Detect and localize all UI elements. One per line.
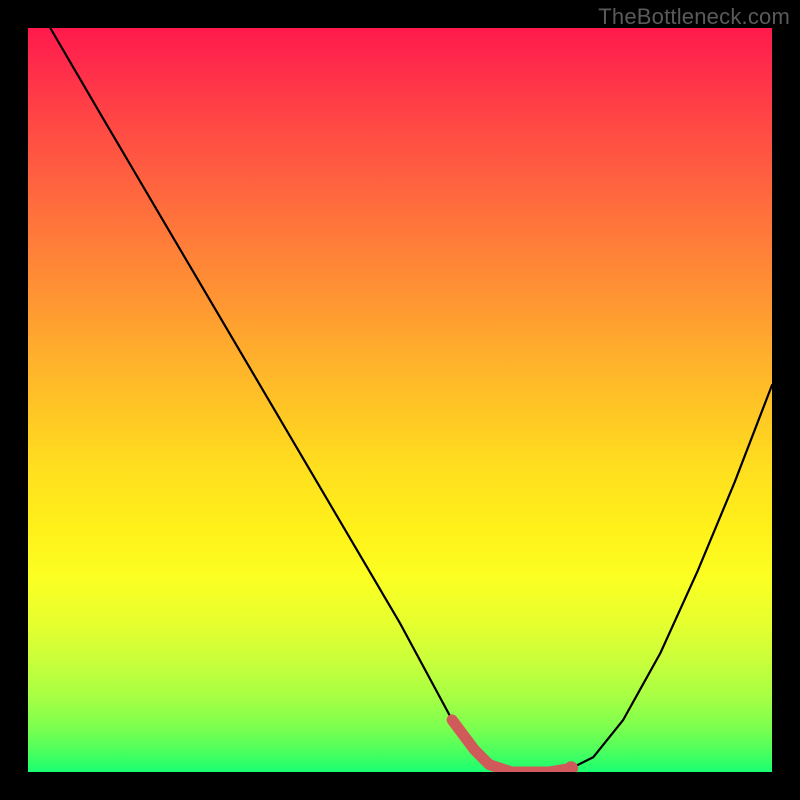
curve-group [50,28,772,772]
bottleneck-curve-line [50,28,772,772]
optimal-range-highlight [452,720,571,772]
optimal-end-dot [564,761,578,772]
plot-area [28,28,772,772]
watermark-text: TheBottleneck.com [598,4,790,30]
curve-svg [28,28,772,772]
chart-container: TheBottleneck.com [0,0,800,800]
